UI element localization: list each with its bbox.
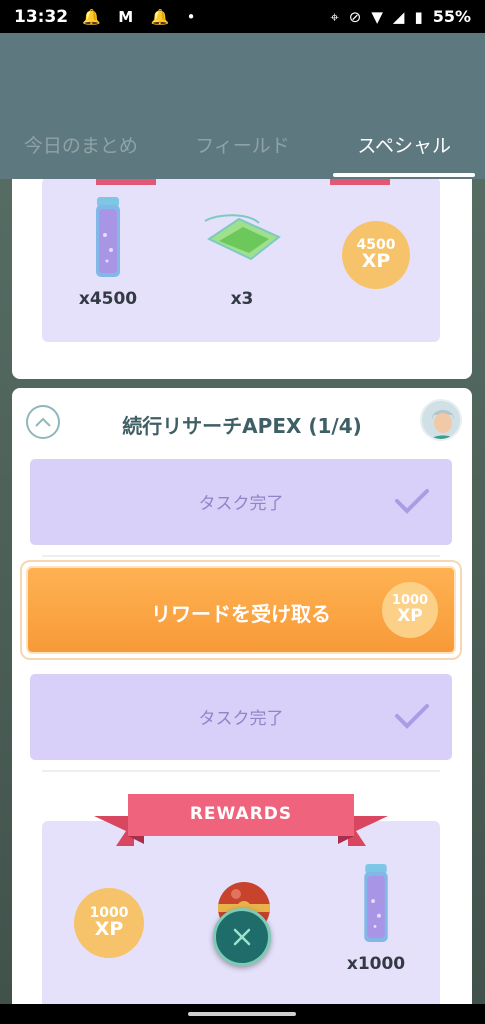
avatar [420,399,462,441]
xp-unit: XP [94,918,124,941]
reward-qty: x4500 [78,289,138,309]
stardust-icon [364,863,388,943]
xp-unit: XP [361,250,391,273]
rewards-label: REWARDS [189,804,293,824]
reward-item-pass: x3 [192,209,292,309]
signal-icon: ◢ [392,7,405,26]
reward-item-stardust: x1000 [326,862,426,974]
reward-item-xp: 4500 XP [342,221,410,289]
trainer-avatar-icon [422,401,460,439]
tab-special[interactable]: スペシャル [323,119,485,179]
gmail-icon: M [118,7,134,26]
tab-field[interactable]: フィールド [162,119,324,179]
reward-item-xp: 1000 XP [74,888,144,958]
task-completed: タスク完了 [30,674,452,760]
checkmark-icon [395,704,429,729]
system-nav-bar [0,1004,485,1024]
close-icon [233,928,251,946]
ribbon-stub-left [96,179,156,185]
divider [42,770,440,772]
divider [42,555,440,557]
collapse-button[interactable] [26,405,60,439]
notification-bell-icon: 🔔 [82,7,101,26]
tab-bar: 今日のまとめ フィールド スペシャル [0,119,485,179]
battery-percentage: 55% [432,7,471,26]
task-label: タスク完了 [198,709,284,729]
header: 今日のまとめ フィールド スペシャル [0,33,485,179]
claim-xp-badge: 1000 XP [382,582,438,638]
tab-today-summary[interactable]: 今日のまとめ [0,119,162,179]
reward-item-stardust: x4500 [58,195,158,309]
dot-icon: • [186,7,196,26]
claim-reward-button[interactable]: リワードを受け取る 1000 XP [22,562,460,658]
status-bar: 13:32 🔔 M 🔔 • ⌖ ⊘ ▼ ◢ ▮ 55% [0,0,485,33]
stardust-icon [96,197,120,277]
claim-reward-inner[interactable]: リワードを受け取る 1000 XP [26,566,456,654]
close-button[interactable] [213,908,271,966]
content-area: x4500 x3 4500 XP 続行リサーチAPEX (1/4) タスク完了 … [0,179,485,1004]
location-icon: ⌖ [330,7,339,26]
home-gesture-handle[interactable] [188,1012,296,1016]
ribbon-stub-right [330,179,390,185]
xp-unit: XP [397,605,423,626]
chevron-up-icon [35,417,51,427]
status-time: 13:32 [14,6,69,27]
battery-icon: ▮ [414,7,423,26]
notification-bell-icon: 🔔 [150,7,170,26]
task-label: タスク完了 [198,494,284,514]
bell-off-icon: ⊘ [348,7,362,26]
reward-qty: x3 [230,289,254,309]
pass-icon [204,214,281,261]
task-completed: タスク完了 [30,459,452,545]
rewards-ribbon: REWARDS [94,794,388,849]
reward-qty: x1000 [346,954,406,974]
wifi-icon: ▼ [371,7,383,26]
card-title: 続行リサーチAPEX (1/4) [122,414,362,438]
checkmark-icon [395,489,429,514]
research-card-previous: x4500 x3 4500 XP [12,179,472,379]
